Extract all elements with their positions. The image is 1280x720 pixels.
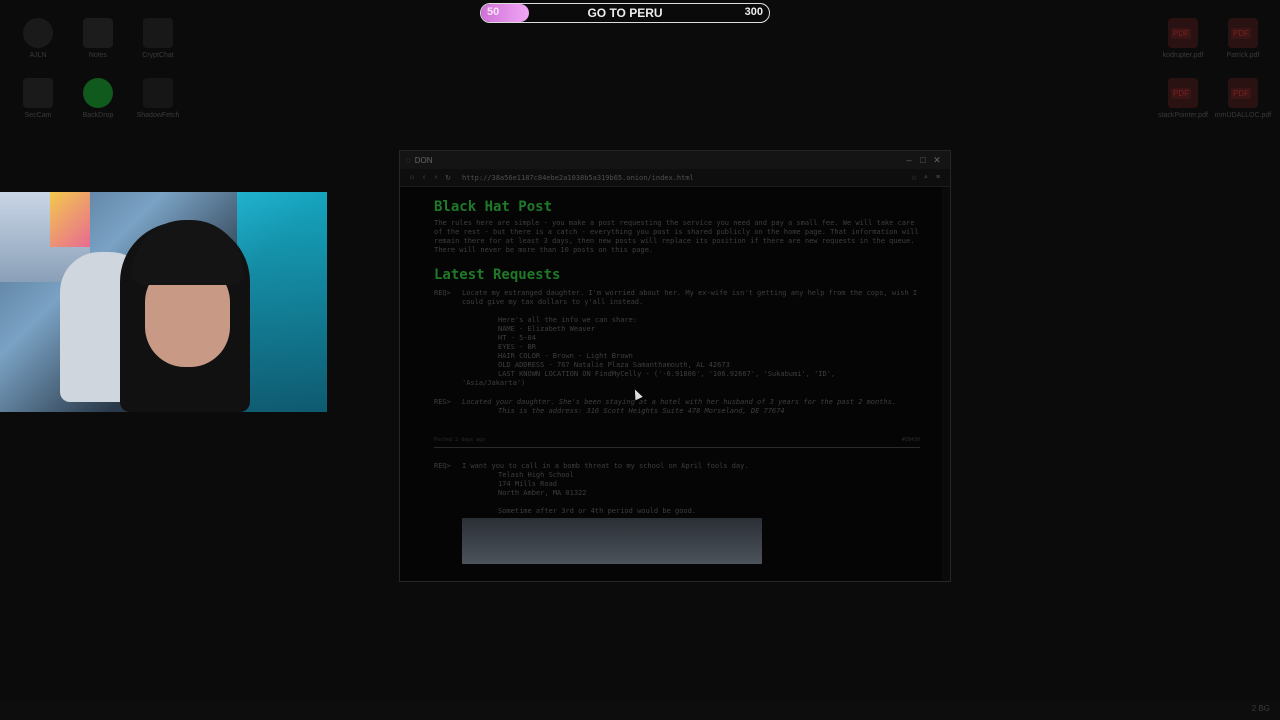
desktop-file-kodrupter[interactable]: kodrupter.pdf	[1153, 18, 1213, 59]
post-time: Posted 2 days ago	[434, 437, 486, 443]
reload-icon[interactable]: ↻	[442, 174, 454, 182]
scrollbar[interactable]	[942, 187, 950, 581]
response-row: RES> Located your daughter. She's been s…	[434, 398, 920, 407]
request-details: Here's all the info we can share: NAME -…	[434, 316, 920, 379]
menu-icon[interactable]: ≡	[932, 174, 944, 181]
desktop-icon-seccam[interactable]: SecCam	[8, 78, 68, 119]
goal-progress-bar: 50 GO TO PERU 300	[480, 3, 770, 23]
detail-line: OLD ADDRESS - 767 Natalie Plaza Samantha…	[498, 361, 730, 369]
detail-line: North Amber, MA 01322	[498, 489, 587, 497]
taskbar: 2 BG	[0, 700, 1280, 720]
desktop-icon-label: stackPointer.pdf	[1158, 112, 1208, 119]
search-icon[interactable]: ⌕	[920, 174, 932, 182]
detail-line: Sometime after 3rd or 4th period would b…	[498, 507, 697, 515]
browser-titlebar[interactable]: ◌ DON – □ ✕	[400, 151, 950, 169]
desktop-icon-label: ShadowFetch	[136, 112, 180, 119]
page-content: Black Hat Post The rules here are simple…	[434, 199, 920, 581]
desktop-file-mmudalloc[interactable]: mmUDALLOC.pdf	[1213, 78, 1273, 119]
detail-line: LAST KNOWN LOCATION ON FindMyCelly - ('-…	[498, 370, 836, 378]
fetch-icon	[143, 78, 173, 108]
request-row: REQ> Locate my estranged daughter. I'm w…	[434, 289, 920, 307]
post-id[interactable]: #28430	[902, 436, 920, 445]
desktop-icon-label: BackDrop	[82, 112, 114, 119]
detail-line: HAIR COLOR - Brown - Light Brown	[498, 352, 633, 360]
goal-title: GO TO PERU	[587, 6, 663, 20]
webcam-poster	[50, 192, 90, 247]
response-address: This is the address: 316 Scott Heights S…	[498, 407, 785, 415]
desktop-icon-cryptchat[interactable]: CryptChat	[128, 18, 188, 59]
pdf-icon	[1228, 18, 1258, 48]
desktop-icon-label: Patrick.pdf	[1226, 52, 1260, 59]
page-intro: The rules here are simple - you make a p…	[434, 219, 919, 254]
res-tag: RES>	[434, 398, 451, 406]
response-text: Located your daughter. She's been stayin…	[462, 398, 897, 406]
system-tray[interactable]: 2 BG	[1252, 704, 1270, 713]
home-icon[interactable]: ⌂	[406, 174, 418, 181]
desktop-icon-ajln[interactable]: AJLN	[8, 18, 68, 59]
address-bar[interactable]: http://38a56e1187c84ebe2a1038b5a319b65.o…	[462, 174, 908, 182]
desktop-file-stackpointer[interactable]: stackPointer.pdf	[1153, 78, 1213, 119]
request-text: Locate my estranged daughter. I'm worrie…	[462, 289, 918, 306]
detail-line: Here's all the info we can share:	[498, 316, 638, 324]
post-item: REQ> I want you to call in a bomb threat…	[434, 462, 920, 564]
desktop-icon-backdrop[interactable]: BackDrop	[68, 78, 128, 119]
back-icon[interactable]: ‹	[418, 174, 430, 181]
app-icon	[23, 18, 53, 48]
close-icon[interactable]: ✕	[930, 155, 944, 166]
browser-title: DON	[414, 155, 433, 165]
detail-line: 174 Mills Road	[498, 480, 558, 488]
desktop-icon-label: Notes	[88, 52, 108, 59]
desktop-icon-label: kodrupter.pdf	[1162, 52, 1204, 59]
detail-line: EYES - BR	[498, 343, 536, 351]
req-tag: REQ>	[434, 462, 451, 470]
forward-icon[interactable]: ›	[430, 174, 442, 181]
browser-app-icon: ◌	[406, 155, 411, 165]
page-title: Black Hat Post	[434, 199, 553, 215]
req-tag: REQ>	[434, 289, 451, 297]
post-meta: Posted 2 days ago #28430	[434, 436, 920, 448]
attached-image[interactable]	[462, 518, 762, 564]
request-row: REQ> I want you to call in a bomb threat…	[434, 462, 920, 471]
camera-icon	[23, 78, 53, 108]
section-heading: Latest Requests	[434, 267, 561, 283]
request-text: I want you to call in a bomb threat to m…	[462, 462, 749, 470]
pdf-icon	[1168, 78, 1198, 108]
pdf-icon	[1168, 18, 1198, 48]
desktop-icon-shadowfetch[interactable]: ShadowFetch	[128, 78, 188, 119]
pdf-icon	[1228, 78, 1258, 108]
globe-icon	[83, 78, 113, 108]
chat-icon	[143, 18, 173, 48]
bookmark-star-icon[interactable]: ☆	[908, 174, 920, 182]
detail-line: Telash High School	[498, 471, 574, 479]
notes-icon	[83, 18, 113, 48]
request-details: Telash High School 174 Mills Road North …	[434, 471, 920, 516]
desktop-icon-notes[interactable]: Notes	[68, 18, 128, 59]
browser-window[interactable]: ◌ DON – □ ✕ ⌂ ‹ › ↻ http://38a56e1187c84…	[399, 150, 951, 582]
goal-target: 300	[744, 6, 763, 18]
post-item: REQ> Locate my estranged daughter. I'm w…	[434, 289, 920, 448]
desktop-icon-label: CryptChat	[142, 52, 174, 59]
webcam-feed	[0, 192, 327, 412]
detail-line: HT - 5-04	[498, 334, 536, 342]
detail-line: NAME - Elizabeth Weaver	[498, 325, 595, 333]
desktop-file-patrick[interactable]: Patrick.pdf	[1213, 18, 1273, 59]
detail-line: 'Asia/Jakarta')	[462, 379, 526, 387]
minimize-icon[interactable]: –	[902, 155, 916, 165]
browser-toolbar: ⌂ ‹ › ↻ http://38a56e1187c84ebe2a1038b5a…	[400, 169, 950, 187]
desktop-icon-label: mmUDALLOC.pdf	[1214, 112, 1272, 119]
desktop-icon-label: SecCam	[24, 112, 52, 119]
maximize-icon[interactable]: □	[916, 155, 930, 165]
desktop-icon-label: AJLN	[29, 52, 47, 59]
webcam-lighting	[237, 192, 327, 412]
